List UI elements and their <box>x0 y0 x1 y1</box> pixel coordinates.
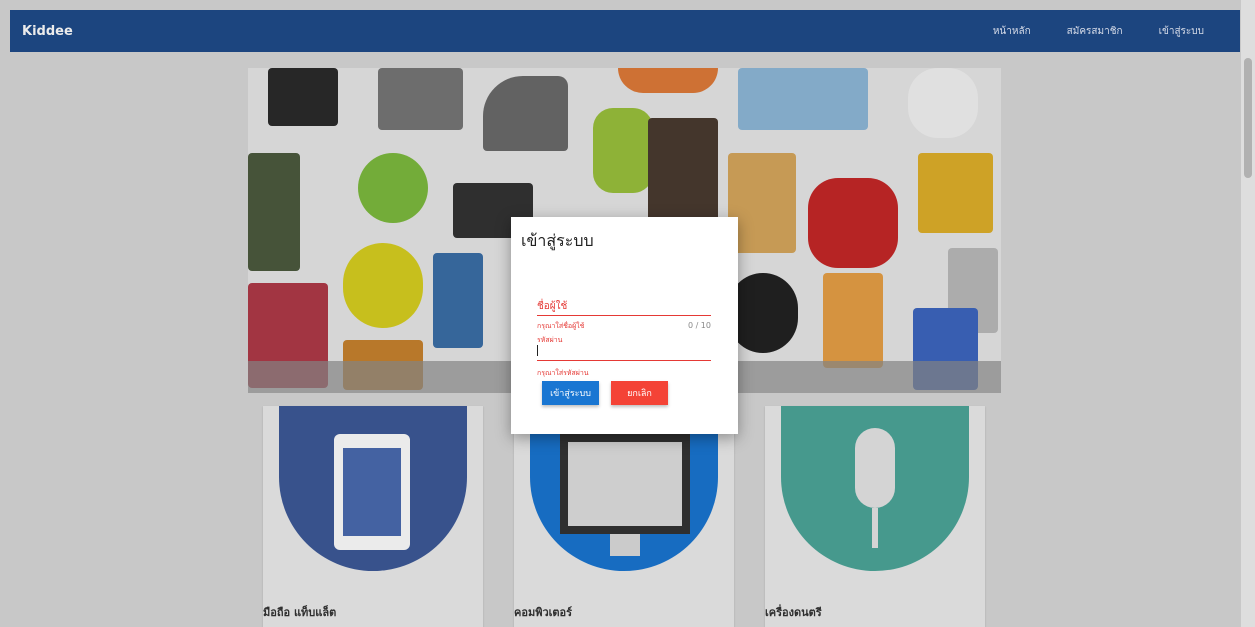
password-field[interactable] <box>537 360 711 361</box>
username-counter: 0 / 10 <box>687 321 711 330</box>
username-label: ชื่อผู้ใช้ <box>537 301 568 312</box>
username-field[interactable] <box>537 315 711 316</box>
cancel-button[interactable]: ยกเลิก <box>611 381 668 405</box>
password-caret <box>537 345 538 356</box>
password-label: รหัสผ่าน <box>537 336 563 344</box>
login-submit-button[interactable]: เข้าสู่ระบบ <box>542 381 599 405</box>
password-hint: กรุณาใส่รหัสผ่าน <box>537 369 589 377</box>
username-hint: กรุณาใส่ชื่อผู้ใช้ <box>537 322 585 330</box>
login-dialog: เข้าสู่ระบบ ชื่อผู้ใช้ กรุณาใส่ชื่อผู้ใช… <box>511 217 738 434</box>
dialog-title: เข้าสู่ระบบ <box>521 231 594 250</box>
